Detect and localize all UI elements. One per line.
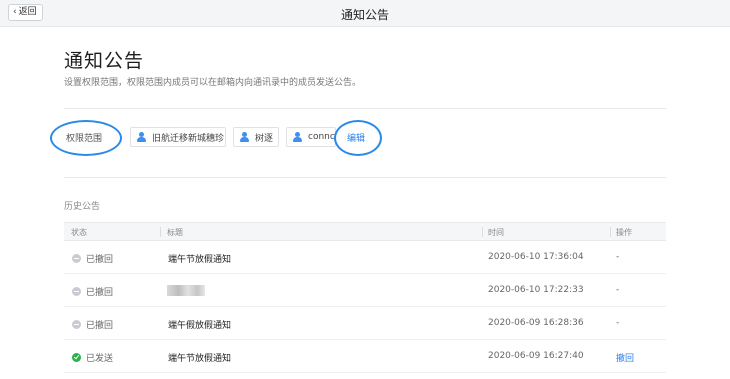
recall-button[interactable]: 撤回 (616, 351, 634, 364)
notice-time: 2020-06-10 17:36:04 (488, 252, 584, 262)
top-bar: ‹ 返回 通知公告 (0, 0, 730, 27)
table-row: 已发送 端午节放假通知 2020-06-09 16:27:40 撤回 (64, 340, 666, 373)
divider (64, 177, 666, 178)
status-cell: 已撤回 (72, 318, 113, 331)
user-icon (293, 132, 302, 142)
column-header-subject: 标题 (167, 228, 183, 237)
status-text: 已撤回 (86, 321, 114, 331)
table-row: 已撤回 2020-06-10 17:22:33 - (64, 274, 666, 307)
column-header-action: 操作 (616, 228, 632, 237)
check-circle-icon (72, 353, 81, 362)
status-cell: 已撤回 (72, 252, 113, 265)
notice-subject[interactable]: 端午节放假通知 (168, 351, 231, 364)
notice-action: - (616, 318, 620, 328)
annotation-circle (50, 120, 122, 156)
page-description: 设置权限范围，权限范围内成员可以在邮箱内向通讯录中的成员发送公告。 (64, 78, 362, 88)
redacted-subject[interactable] (167, 285, 205, 296)
history-table: 状态 标题 时间 操作 已撤回 端午节放假通知 2020-06-10 17:36… (64, 222, 666, 373)
notice-subject[interactable]: 端午假放假通知 (168, 318, 231, 331)
notice-time: 2020-06-09 16:28:36 (488, 318, 584, 328)
member-chip: 树逐 (233, 127, 279, 147)
table-row: 已撤回 端午假放假通知 2020-06-09 16:28:36 - (64, 307, 666, 340)
status-text: 已撤回 (86, 255, 114, 265)
recalled-status-icon (72, 320, 81, 329)
column-separator (610, 227, 611, 237)
column-header-status: 状态 (71, 228, 87, 237)
table-header: 状态 标题 时间 操作 (64, 222, 666, 241)
status-cell: 已撤回 (72, 285, 113, 298)
status-cell: 已发送 (72, 351, 113, 364)
user-icon (240, 132, 249, 142)
recalled-status-icon (72, 287, 81, 296)
notice-action: - (616, 285, 620, 295)
status-text: 已发送 (86, 354, 114, 364)
member-chip: 旧航迁移新城穗珍 (130, 127, 226, 147)
member-chip: connc (286, 127, 336, 147)
table-row: 已撤回 端午节放假通知 2020-06-10 17:36:04 - (64, 241, 666, 274)
notice-action: - (616, 252, 620, 262)
window-title: 通知公告 (340, 8, 389, 22)
recalled-status-icon (72, 254, 81, 263)
column-header-time: 时间 (488, 228, 504, 237)
notice-time: 2020-06-10 17:22:33 (488, 285, 584, 295)
column-separator (160, 227, 161, 237)
notice-time: 2020-06-09 16:27:40 (488, 351, 584, 361)
column-separator (482, 227, 483, 237)
annotation-circle (334, 120, 382, 156)
notice-subject[interactable]: 端午节放假通知 (168, 252, 231, 265)
divider (64, 108, 666, 109)
member-chip-label: connc (308, 132, 335, 142)
member-chip-label: 树逐 (255, 133, 274, 144)
status-text: 已撤回 (86, 288, 114, 298)
member-chip-label: 旧航迁移新城穗珍 (152, 133, 225, 144)
page-title: 通知公告 (64, 50, 145, 72)
user-icon (137, 132, 146, 142)
history-section-title: 历史公告 (64, 202, 101, 212)
